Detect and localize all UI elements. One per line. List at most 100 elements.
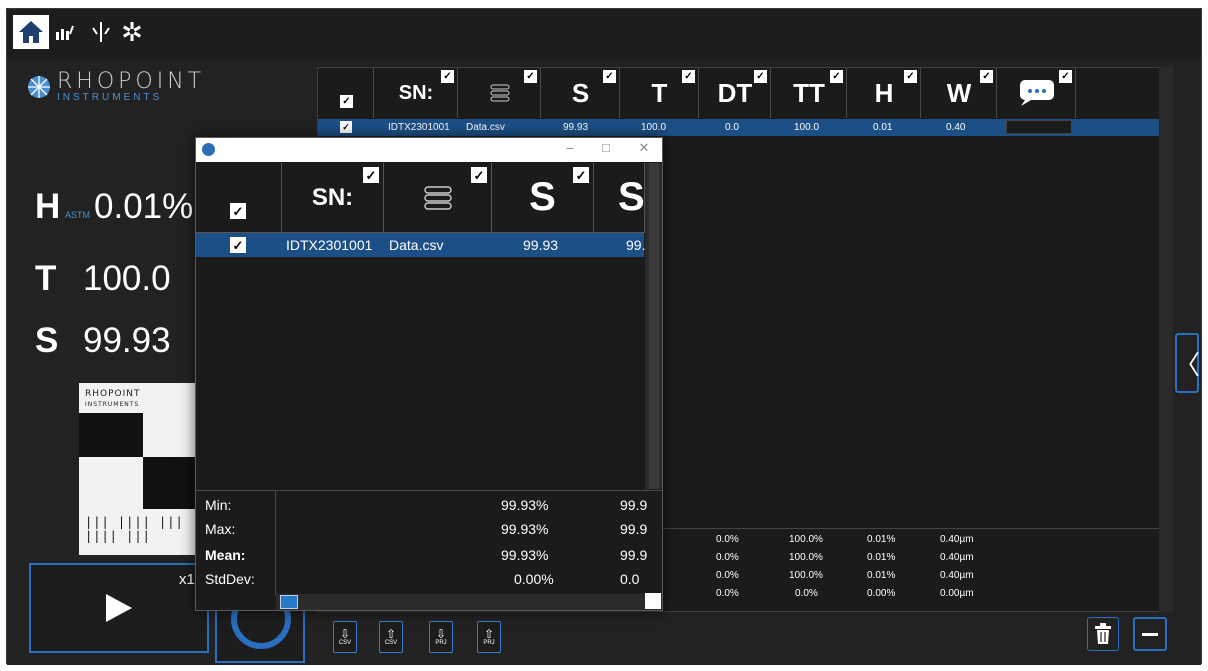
chart-icon[interactable] [53,17,77,47]
row-checkbox[interactable]: ✓ [340,121,352,133]
cell-file: Data.csv [466,122,505,133]
grid-header-select[interactable]: ✓ [318,68,374,118]
popup-header-s2[interactable]: S [594,163,645,233]
side-panel-toggle[interactable]: 〈 [1174,333,1200,393]
stat-tt-max: 100.0% [789,552,823,563]
stat-s2-min: 99.9 [620,497,648,513]
grid-header-w[interactable]: W ✓ [922,68,997,118]
header-label: DT [717,77,753,108]
gear-icon[interactable]: ✲ [117,17,147,47]
cell-comment[interactable] [1006,120,1072,134]
popup-header-file[interactable]: ✓ [384,163,492,233]
popup-window: – □ ✕ ✓ SN: ✓ ✓ S ✓ S ✓ IDTX2301001 Data… [195,137,663,611]
logo-mark-icon [28,76,50,98]
stat-s-stddev: 0.00% [514,571,554,587]
header-label: T [651,77,668,108]
header-label: SN: [398,81,434,104]
grid-header-file[interactable]: ✓ [459,68,541,118]
grid-header-s[interactable]: S ✓ [542,68,620,118]
repeat-count: x1 [179,571,195,588]
column-checkbox[interactable]: ✓ [980,70,993,83]
popup-stats: Min: Max: Mean: StdDev: 99.93% 99.93% 99… [196,490,662,595]
column-checkbox[interactable]: ✓ [830,70,843,83]
grid-vertical-scrollbar[interactable] [1159,67,1173,612]
measure-icon[interactable] [87,17,115,47]
column-checkbox[interactable]: ✓ [573,167,589,183]
column-checkbox[interactable]: ✓ [363,167,379,183]
stat-label-max: Max: [205,521,236,537]
cell-w: 0.40 [946,122,966,133]
import-csv-button[interactable]: ⇧ CSV [379,621,403,653]
column-checkbox[interactable]: ✓ [471,167,487,183]
popup-horizontal-scrollbar[interactable] [276,594,662,610]
column-checkbox[interactable]: ✓ [524,70,537,83]
home-icon[interactable] [13,15,49,49]
stat-dt-stddev: 0.0% [716,588,739,599]
header-label: H [874,77,894,108]
stat-s2-stddev: 0.0 [620,571,640,587]
button-label: CSV [384,640,398,646]
cell-file: Data.csv [389,237,444,253]
table-row[interactable]: ✓ IDTX2301001 Data.csv 99.93 99. [196,233,645,257]
stat-s2-max: 99.9 [620,521,648,537]
minimize-button[interactable]: – [560,140,580,155]
import-prj-button[interactable]: ⇧ PRJ [477,621,501,653]
column-checkbox[interactable]: ✓ [441,70,454,83]
stat-dt-min: 0.0% [716,534,739,545]
cell-s: 99.93 [523,237,559,253]
stat-s-mean: 99.93% [501,547,549,563]
select-all-checkbox[interactable]: ✓ [230,203,246,219]
remove-button[interactable] [1133,617,1167,651]
reading-value: 100.0 [83,259,171,298]
comment-icon [1019,80,1054,106]
stat-w-mean: 0.40µm [940,570,974,581]
reading-label: T [35,259,57,298]
export-prj-button[interactable]: ⇩ PRJ [429,621,453,653]
scroll-thumb[interactable] [280,595,298,609]
grid-header-tt[interactable]: TT ✓ [772,68,847,118]
reading-sub: ASTM [65,210,91,220]
popup-titlebar[interactable]: – □ ✕ [196,138,662,162]
table-row[interactable]: ✓ IDTX2301001 Data.csv 99.93 100.0 0.0 1… [318,119,1173,136]
grid-header-comment[interactable]: ✓ [998,68,1076,118]
button-label: PRJ [435,640,447,646]
close-button[interactable]: ✕ [634,140,654,156]
select-all-checkbox[interactable]: ✓ [340,95,353,108]
stat-label-min: Min: [205,497,232,513]
brand-logo: RHOPOINT INSTRUMENTS [27,71,205,103]
header-label: S [571,77,590,108]
card-brand-name: RHOPOINT [85,389,141,399]
column-checkbox[interactable]: ✓ [1059,70,1072,83]
card-brand: RHOPOINT INSTRUMENTS [85,389,141,409]
column-checkbox[interactable]: ✓ [904,70,917,83]
layers-icon [490,84,509,102]
column-checkbox[interactable]: ✓ [754,70,767,83]
cell-sn: IDTX2301001 [286,237,373,253]
maximize-button[interactable]: □ [596,140,616,155]
popup-vertical-scrollbar[interactable] [645,163,662,489]
popup-header-select[interactable]: ✓ [196,163,282,233]
stat-tt-mean: 100.0% [789,570,823,581]
stat-s-min: 99.93% [501,497,549,513]
download-icon: ⇩ [339,627,351,641]
stat-tt-stddev: 0.0% [795,588,818,599]
cell-sn: IDTX2301001 [388,122,450,133]
grid-header-dt[interactable]: DT ✓ [700,68,771,118]
upload-icon: ⇧ [483,627,495,641]
stat-w-stddev: 0.00µm [940,588,974,599]
grid-header-sn[interactable]: SN: ✓ [375,68,458,118]
grid-header-h[interactable]: H ✓ [848,68,921,118]
stat-h-stddev: 0.00% [867,588,896,599]
grid-header-t[interactable]: T ✓ [621,68,699,118]
stat-w-min: 0.40µm [940,534,974,545]
export-csv-button[interactable]: ⇩ CSV [333,621,357,653]
stat-labels-column: Min: Max: Mean: StdDev: [196,491,276,595]
column-checkbox[interactable]: ✓ [603,70,616,83]
delete-button[interactable] [1087,617,1119,651]
popup-header-sn[interactable]: SN: ✓ [282,163,384,233]
column-checkbox[interactable]: ✓ [682,70,695,83]
popup-header-s[interactable]: S ✓ [492,163,594,233]
row-checkbox[interactable]: ✓ [230,237,246,253]
reading-h: H ASTM 0.01% [35,187,193,227]
app-icon [202,143,215,156]
